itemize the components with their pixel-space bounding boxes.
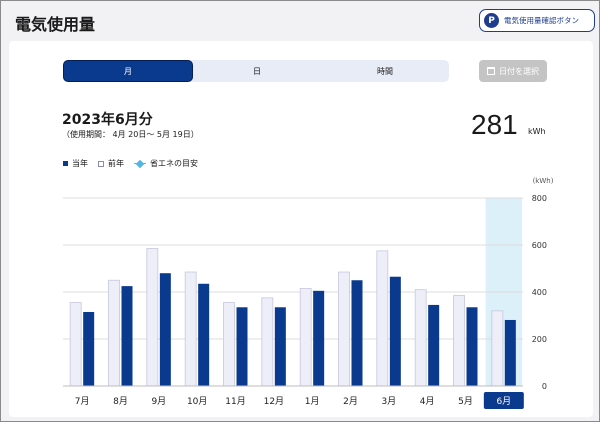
bar-previous	[261, 297, 274, 387]
bar-previous	[299, 288, 312, 387]
page-title: 電気使用量	[15, 15, 96, 34]
bar-current	[428, 304, 440, 386]
bar-previous	[376, 250, 389, 387]
bar-current	[236, 307, 248, 386]
x-tick-label: 3月	[381, 396, 396, 407]
bar-current	[159, 273, 171, 386]
bar-previous	[491, 310, 504, 387]
y-tick-label: 200	[532, 335, 547, 344]
usage-guide-button-label: 電気使用量確認ボタン	[504, 16, 579, 25]
bar-previous	[146, 248, 159, 387]
bar-current	[198, 283, 210, 386]
usage-bar-chart: 0 200 400 600 800 (kWh) 7月 8月 9月 10月 11月 12月 1月 2月 3月 4…	[63, 177, 554, 409]
usage-card: 月 日 時間 日付を選択 2023年6月分 （使用期間： 4月 20日～ 5月 …	[9, 41, 593, 417]
bar-current	[466, 307, 478, 386]
x-tick-label: 5月	[458, 396, 473, 407]
bar-current	[313, 290, 325, 386]
bar-current	[121, 286, 133, 386]
y-tick-label: 800	[532, 194, 547, 203]
app-window: 電気使用量 P 電気使用量確認ボタン 月 日 時間 日付を選択 2023年6月分…	[0, 0, 600, 422]
bar-current	[504, 319, 516, 386]
bar-current	[389, 276, 401, 386]
p-badge-icon: P	[484, 13, 499, 28]
x-tick-label: 6月	[496, 396, 511, 407]
y-unit-label: (kWh)	[533, 177, 554, 185]
x-tick-label: 8月	[113, 396, 128, 407]
bar-previous	[338, 271, 350, 387]
x-tick-label: 4月	[420, 396, 435, 407]
bar-current	[274, 307, 286, 386]
x-tick-label: 1月	[305, 396, 320, 407]
bar-current	[83, 311, 95, 386]
x-tick-label: 11月	[225, 396, 245, 407]
x-tick-label: 12月	[264, 396, 284, 407]
x-tick-label: 10月	[187, 396, 207, 407]
bar-previous	[108, 279, 120, 387]
bar-previous	[453, 295, 465, 387]
y-tick-label: 600	[532, 241, 547, 250]
y-tick-label: 0	[542, 382, 547, 391]
bar-previous	[414, 289, 427, 387]
y-tick-label: 400	[532, 288, 547, 297]
bar-previous	[69, 302, 82, 387]
bar-previous	[223, 302, 235, 387]
bar-previous	[184, 271, 197, 387]
bar-current	[351, 280, 363, 386]
x-tick-label: 9月	[151, 396, 166, 407]
x-tick-label: 7月	[75, 396, 90, 407]
usage-guide-button[interactable]: P 電気使用量確認ボタン	[479, 9, 595, 32]
x-tick-label: 2月	[343, 396, 358, 407]
